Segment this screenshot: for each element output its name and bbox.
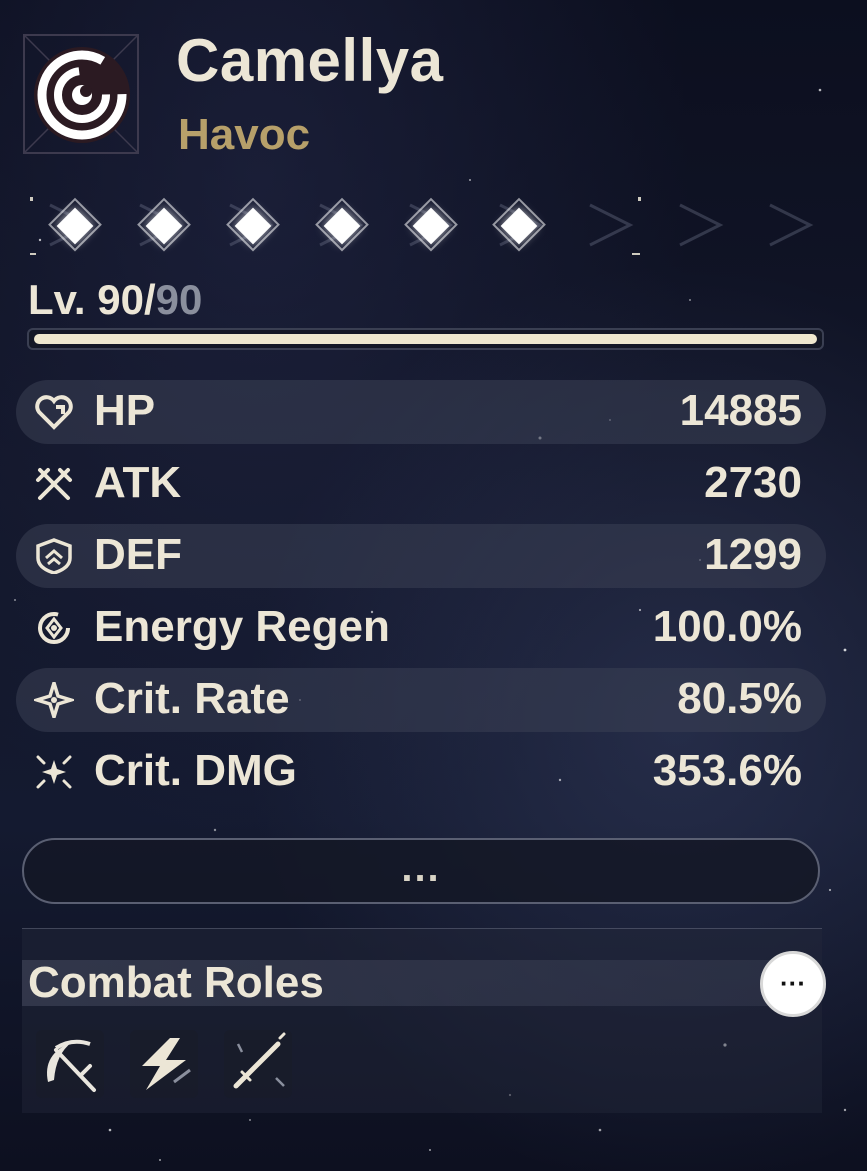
crit-dmg-burst-icon [36, 755, 72, 789]
combat-roles-more-button[interactable]: ··· [760, 951, 826, 1017]
stat-row-def: DEF 1299 [16, 524, 826, 588]
level-max: 90 [155, 276, 203, 323]
stat-value: 80.5% [677, 674, 802, 723]
scythe-slash-icon [47, 1039, 96, 1092]
stat-row-atk: ATK 2730 [16, 452, 826, 516]
crossed-swords-icon [36, 468, 72, 500]
stat-row-crit-dmg: Crit. DMG 353.6% [16, 740, 826, 804]
character-name: Camellya [176, 27, 444, 94]
level-prefix: Lv. [28, 276, 98, 323]
combat-role-1[interactable] [36, 1030, 104, 1098]
lightning-bolt-icon [142, 1038, 191, 1090]
sword-strike-icon [233, 1032, 286, 1089]
combat-roles-title: Combat Roles [28, 958, 324, 1007]
stat-value: 14885 [679, 386, 802, 435]
stat-label: ATK [94, 458, 182, 507]
sequence-row [30, 185, 850, 275]
stat-row-crit-rate: Crit. Rate 80.5% [16, 668, 826, 732]
havoc-spiral-icon [23, 34, 139, 154]
stats-details-button[interactable]: ... [22, 838, 820, 904]
crit-rate-star-icon [34, 682, 74, 718]
energy-regen-icon [38, 612, 70, 644]
character-attribute: Havoc [178, 110, 311, 159]
attribute-emblem [22, 33, 140, 155]
stat-row-energy-regen: Energy Regen 100.0% [16, 596, 826, 660]
stat-label: Crit. DMG [94, 746, 297, 795]
level-separator: / [143, 276, 156, 323]
stat-label: Energy Regen [94, 602, 390, 651]
stat-label: Crit. Rate [94, 674, 290, 723]
level-readout: Lv. 90/90 [28, 276, 202, 324]
stat-label: DEF [94, 530, 182, 579]
shield-icon [36, 538, 72, 574]
more-dots-label: ... [401, 846, 441, 890]
level-current: 90 [97, 276, 144, 323]
stat-label: HP [94, 386, 156, 435]
stat-row-hp: HP 14885 [16, 380, 826, 444]
stat-value: 353.6% [652, 746, 802, 795]
level-progress-fill [34, 334, 817, 344]
stat-value: 100.0% [652, 602, 802, 651]
level-progress-bar [27, 328, 824, 350]
combat-role-3[interactable] [224, 1030, 292, 1098]
stat-value: 2730 [704, 458, 802, 507]
stat-value: 1299 [704, 530, 802, 579]
heart-icon [35, 395, 73, 430]
combat-role-2[interactable] [130, 1030, 198, 1098]
